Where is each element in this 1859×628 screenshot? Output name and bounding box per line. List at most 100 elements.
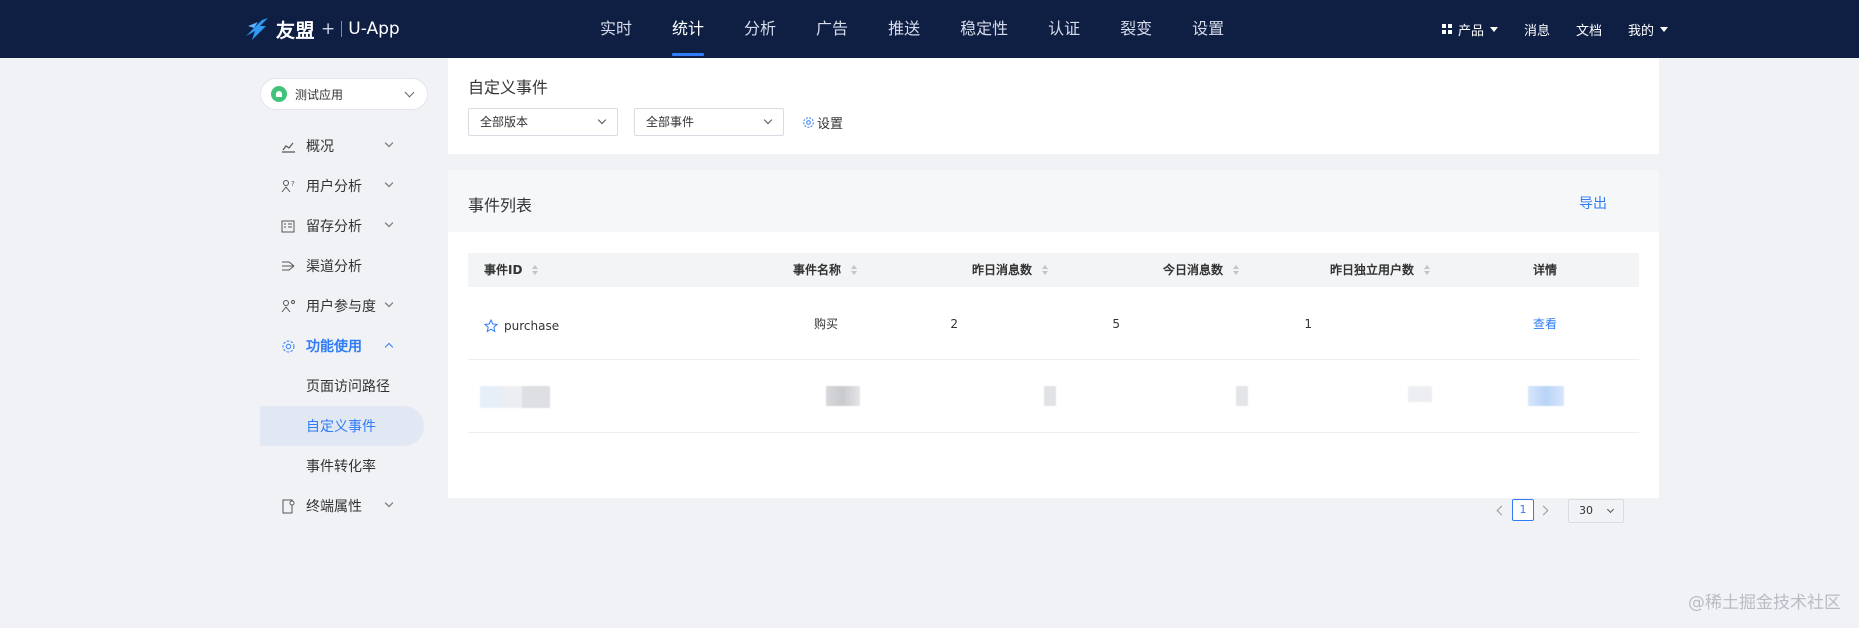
column-label: 事件ID	[484, 263, 523, 277]
chart-line-icon	[280, 138, 296, 154]
sidebar-subitem-page-path[interactable]: 页面访问路径	[260, 366, 430, 406]
sidebar-item-feature-usage[interactable]: 功能使用	[260, 326, 430, 366]
engagement-icon	[280, 298, 296, 314]
user-menu[interactable]: 我的	[1628, 20, 1668, 39]
sort-icon	[532, 265, 539, 275]
sidebar-item-channel[interactable]: 渠道分析	[260, 246, 430, 286]
column-header-event-id[interactable]: 事件ID	[484, 253, 539, 287]
page-title: 自定义事件	[468, 78, 549, 97]
sidebar-subitem-custom-events[interactable]: 自定义事件	[260, 406, 424, 446]
gear-icon	[280, 338, 296, 354]
event-select-label: 全部事件	[646, 115, 695, 129]
settings-label: 设置	[817, 117, 844, 132]
sidebar-item-device-attributes[interactable]: 终端属性	[260, 486, 430, 526]
nav-item-realtime[interactable]: 实时	[600, 0, 632, 58]
chevron-down-icon	[384, 138, 394, 148]
nav-item-push[interactable]: 推送	[888, 0, 920, 58]
export-button[interactable]: 导出	[1579, 193, 1607, 213]
chevron-down-icon	[384, 298, 394, 308]
watermark: @稀土掘金技术社区	[1688, 593, 1841, 613]
column-header-detail: 详情	[1533, 263, 1558, 277]
sort-icon	[1233, 265, 1240, 275]
nav-item-auth[interactable]: 认证	[1048, 0, 1080, 58]
nav-item-settings[interactable]: 设置	[1192, 0, 1224, 58]
redacted-cell	[826, 386, 860, 406]
table-header: 事件ID 事件名称 昨日消息数 今日消息数 昨日独立用户数 详情	[468, 253, 1639, 287]
cell-today-messages: 5	[1112, 316, 1120, 331]
nav-item-statistics[interactable]: 统计	[672, 0, 705, 58]
event-select[interactable]: 全部事件	[634, 108, 784, 136]
view-detail-link[interactable]: 查看	[1533, 287, 1557, 360]
redacted-cell	[1408, 386, 1432, 402]
nav-item-stability[interactable]: 稳定性	[960, 0, 1008, 58]
nav-item-analysis[interactable]: 分析	[744, 0, 776, 58]
products-menu[interactable]: 产品	[1441, 20, 1498, 39]
chevron-left-icon[interactable]	[1496, 505, 1507, 516]
filter-panel: 自定义事件 全部版本 全部事件 设置	[448, 58, 1659, 154]
column-header-today-messages[interactable]: 今日消息数	[1163, 253, 1240, 287]
column-header-event-name[interactable]: 事件名称	[793, 253, 858, 287]
user-analysis-icon: ?	[280, 178, 296, 194]
chevron-down-icon	[404, 87, 415, 98]
chevron-right-icon[interactable]	[1538, 505, 1549, 516]
redacted-cell	[1528, 386, 1564, 406]
events-table: 事件ID 事件名称 昨日消息数 今日消息数 昨日独立用户数 详情 purchas…	[468, 253, 1639, 523]
event-id-text: purchase	[504, 318, 560, 333]
sidebar-subitem-event-conversion[interactable]: 事件转化率	[260, 446, 430, 486]
sidebar-item-engagement[interactable]: 用户参与度	[260, 286, 430, 326]
list-header: 事件列表 导出	[448, 170, 1659, 232]
redacted-cell	[480, 386, 550, 408]
event-list-panel: 事件列表 导出 事件ID 事件名称 昨日消息数 今日消息数 昨日独立用户数 详情…	[448, 170, 1659, 523]
chevron-down-icon	[384, 498, 394, 508]
page-size-label: 30	[1579, 504, 1593, 517]
column-label: 昨日消息数	[972, 263, 1033, 277]
chevron-up-icon	[384, 342, 394, 352]
nav-item-ads[interactable]: 广告	[816, 0, 848, 58]
sidebar-item-label: 功能使用	[306, 339, 362, 355]
sidebar-item-label: 终端属性	[306, 499, 362, 515]
caret-down-icon	[1489, 26, 1498, 32]
products-label: 产品	[1457, 23, 1484, 39]
column-header-yesterday-messages[interactable]: 昨日消息数	[972, 253, 1049, 287]
nav-item-fission[interactable]: 裂变	[1120, 0, 1152, 58]
device-icon	[280, 498, 296, 514]
sidebar-item-user-analysis[interactable]: ? 用户分析	[260, 166, 430, 206]
logo[interactable]: 友盟 + U-App	[242, 13, 400, 45]
docs-link[interactable]: 文档	[1576, 20, 1602, 39]
page-number-button[interactable]: 1	[1512, 499, 1534, 521]
android-icon	[271, 86, 287, 102]
brand-divider	[341, 21, 343, 37]
svg-text:?: ?	[291, 180, 295, 188]
settings-link[interactable]: 设置	[802, 113, 843, 132]
main-nav: 实时 统计 分析 广告 推送 稳定性 认证 裂变 设置	[600, 0, 1264, 58]
user-menu-label: 我的	[1627, 23, 1654, 39]
sidebar-item-label: 用户参与度	[306, 299, 376, 315]
sidebar-item-overview[interactable]: 概况	[260, 126, 430, 166]
cell-event-name: 购买	[813, 317, 838, 331]
column-label: 昨日独立用户数	[1330, 263, 1415, 277]
caret-down-icon	[1660, 26, 1668, 32]
page-size-select[interactable]: 30	[1568, 499, 1624, 523]
sort-icon	[1424, 265, 1431, 275]
version-select[interactable]: 全部版本	[468, 108, 618, 136]
sidebar-item-label: 留存分析	[306, 219, 362, 235]
app-select[interactable]: 测试应用	[260, 78, 428, 110]
sidebar-item-label: 用户分析	[306, 179, 362, 195]
chevron-down-icon	[1606, 505, 1615, 514]
cell-event-id: purchase	[484, 287, 559, 360]
cell-yesterday-messages: 2	[950, 316, 958, 331]
chevron-down-icon	[597, 115, 607, 125]
list-title: 事件列表	[468, 196, 533, 215]
sidebar-item-retention[interactable]: 留存分析	[260, 206, 430, 246]
column-label: 事件名称	[793, 263, 842, 277]
sidebar-item-label: 渠道分析	[306, 259, 362, 275]
column-header-yesterday-uv[interactable]: 昨日独立用户数	[1330, 253, 1431, 287]
sort-icon	[1042, 265, 1049, 275]
redacted-cell	[1236, 386, 1248, 406]
table-row: purchase 购买 2 5 1 查看	[468, 287, 1639, 360]
sort-icon	[851, 265, 858, 275]
messages-link[interactable]: 消息	[1524, 20, 1550, 39]
star-icon[interactable]	[484, 318, 498, 333]
app-select-label: 测试应用	[295, 87, 344, 102]
chevron-down-icon	[384, 178, 394, 188]
